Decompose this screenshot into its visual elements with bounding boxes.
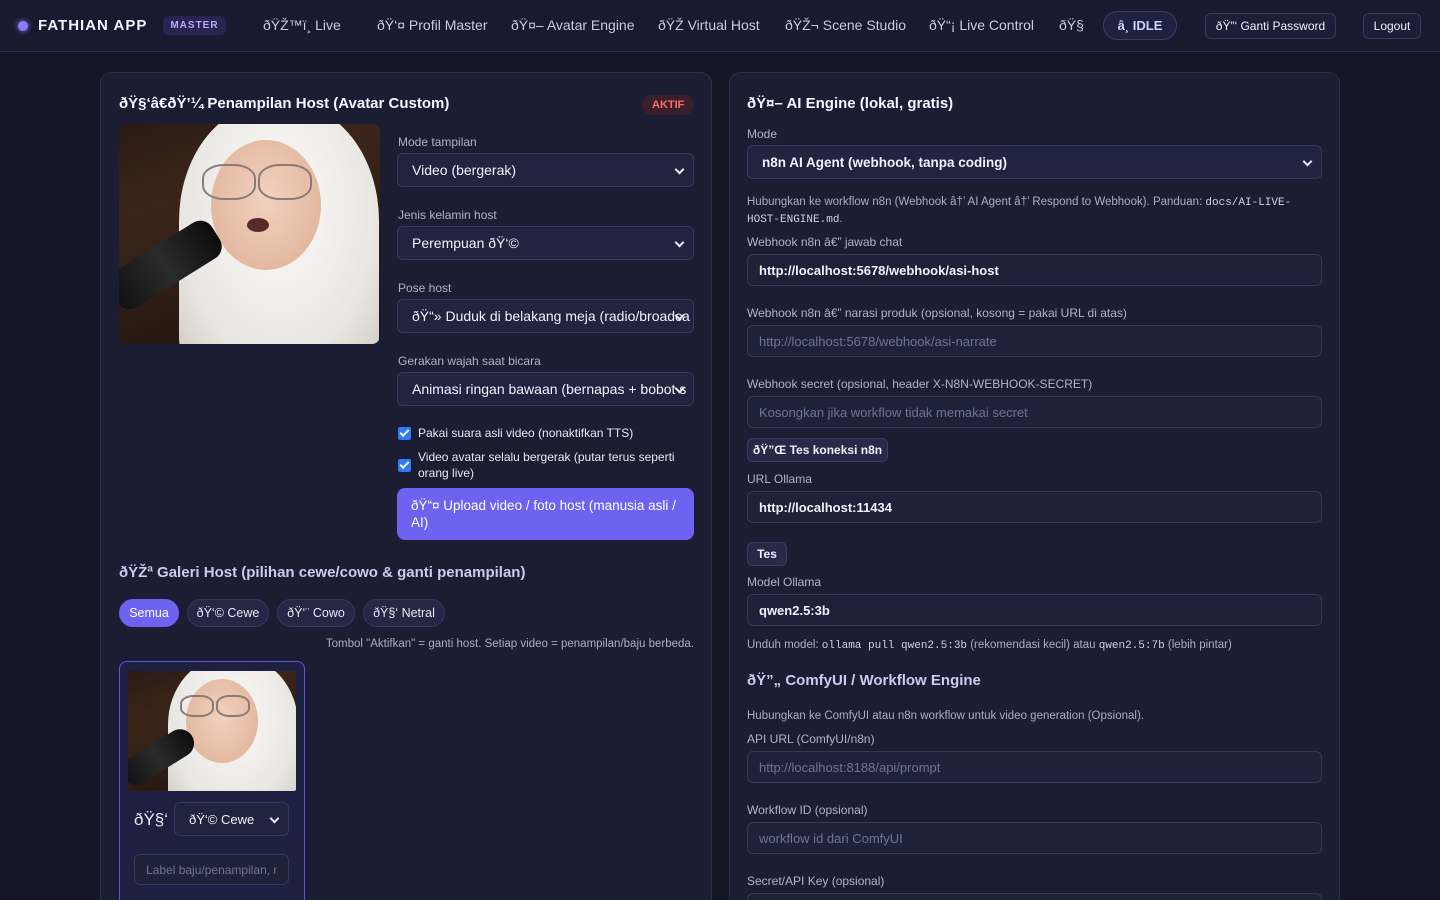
nav-item-live[interactable]: ðŸŽ™ï¸ Live [263, 17, 341, 33]
webhook-narrate-label: Webhook n8n â€” narasi produk (opsional,… [747, 306, 1127, 320]
ollama-url-label: URL Ollama [747, 472, 812, 486]
face-motion-select[interactable]: Animasi ringan bawaan (bernapas + bobot … [397, 372, 694, 406]
filter-male[interactable]: ðŸ‘¨ Cowo [277, 599, 355, 627]
active-badge: AKTIF [642, 95, 695, 115]
host-appearance-panel: ðŸ§‘â€ðŸ’¼ Penampilan Host (Avatar Custo… [100, 72, 712, 900]
model-hint-text: Unduh model: [747, 639, 822, 651]
api-key-label: Secret/API Key (opsional) [747, 874, 885, 888]
nav-item-live-control[interactable]: ðŸ“¡ Live Control [929, 17, 1034, 33]
api-url-input[interactable] [747, 751, 1322, 783]
top-navigation: FATHIAN APP MASTER ðŸŽ™ï¸ Live ðŸ‘¤ Prof… [0, 0, 1440, 52]
ai-engine-panel: ðŸ¤– AI Engine (lokal, gratis) Mode n8n … [729, 72, 1340, 900]
webhook-secret-label: Webhook secret (opsional, header X-N8N-W… [747, 377, 1093, 391]
model-hint-text: (rekomendasi kecil) atau [967, 639, 1099, 651]
nav-item-virtual-host[interactable]: ðŸŽ Virtual Host [658, 17, 760, 33]
ollama-model-label: Model Ollama [747, 575, 822, 589]
model-hint-text: (lebih pintar) [1164, 639, 1232, 651]
test-n8n-button[interactable]: ðŸ”Œ Tes koneksi n8n [747, 438, 888, 462]
filter-all[interactable]: Semua [119, 599, 179, 627]
workflow-id-label: Workflow ID (opsional) [747, 803, 868, 817]
webhook-secret-input[interactable] [747, 396, 1322, 428]
comfy-hint: Hubungkan ke ComfyUI atau n8n workflow u… [747, 710, 1144, 722]
model-hint-alt-model: qwen2.5:7b [1098, 640, 1165, 652]
chevron-down-icon [674, 237, 685, 248]
panel-title: ðŸ¤– AI Engine (lokal, gratis) [747, 95, 954, 112]
face-motion-label: Gerakan wajah saat bicara [398, 354, 541, 368]
role-badge: MASTER [163, 16, 226, 35]
logout-button[interactable]: Logout [1363, 13, 1421, 39]
outfit-label-input[interactable] [134, 854, 289, 885]
card-gender-value: ðŸ‘© Cewe [189, 811, 255, 827]
test-ollama-button[interactable]: Tes [747, 542, 787, 566]
gender-select[interactable]: Perempuan ðŸ‘© [397, 226, 694, 260]
pose-select-value: ðŸ“» Duduk di belakang meja (radio/broad… [412, 308, 690, 324]
nav-item-more[interactable]: ðŸ§ [1059, 17, 1084, 33]
ai-mode-value: n8n AI Agent (webhook, tanpa coding) [762, 154, 1007, 170]
webhook-chat-label: Webhook n8n â€” jawab chat [747, 235, 903, 249]
workflow-id-input[interactable] [747, 822, 1322, 854]
filter-female[interactable]: ðŸ‘© Cewe [187, 599, 269, 627]
api-key-input[interactable] [747, 893, 1322, 900]
loop-video-checkbox[interactable] [398, 459, 411, 472]
upload-host-button[interactable]: ðŸ“¤ Upload video / foto host (manusia a… [397, 488, 694, 540]
mode-label: Mode tampilan [398, 135, 477, 149]
nav-item-profil-master[interactable]: ðŸ‘¤ Profil Master [377, 17, 487, 33]
api-url-label: API URL (ComfyUI/n8n) [747, 732, 875, 746]
ollama-model-input[interactable] [747, 594, 1322, 626]
person-icon: ðŸ§‘ [134, 810, 169, 829]
brand: FATHIAN APP MASTER [18, 16, 226, 35]
change-password-button[interactable]: ðŸ”‘ Ganti Password [1205, 13, 1336, 39]
pose-select[interactable]: ðŸ“» Duduk di belakang meja (radio/broad… [397, 299, 694, 333]
gallery-card[interactable]: ðŸ§‘ ðŸ‘© Cewe [119, 661, 305, 900]
gender-select-value: Perempuan ðŸ‘© [412, 235, 519, 251]
pose-label: Pose host [398, 281, 452, 295]
avatar-preview [119, 124, 380, 344]
card-gender-select[interactable]: ðŸ‘© Cewe [174, 802, 289, 836]
n8n-hint-text: Hubungkan ke workflow n8n (Webhook â†’ A… [747, 196, 1206, 208]
gallery-hint: Tombol "Aktifkan" = ganti host. Setiap v… [325, 638, 694, 650]
mode-select[interactable]: Video (bergerak) [397, 153, 694, 187]
comfy-section-title: ðŸ”„ ComfyUI / Workflow Engine [747, 672, 981, 689]
loop-video-label: Video avatar selalu bergerak (putar teru… [418, 450, 675, 480]
panel-title: ðŸ§‘â€ðŸ’¼ Penampilan Host (Avatar Custo… [119, 95, 450, 112]
chevron-down-icon [674, 164, 685, 175]
app-title: FATHIAN APP [38, 17, 148, 34]
nav-item-scene-studio[interactable]: ðŸŽ¬ Scene Studio [785, 17, 906, 33]
chevron-down-icon [1302, 156, 1313, 167]
chevron-down-icon [269, 813, 280, 824]
mode-label: Mode [747, 127, 778, 141]
gallery-title: ðŸŽª Galeri Host (pilihan cewe/cowo & ga… [119, 564, 526, 581]
brand-dot-icon [18, 20, 28, 31]
face-motion-select-value: Animasi ringan bawaan (bernapas + bobot … [412, 381, 687, 397]
mode-select-value: Video (bergerak) [412, 162, 517, 178]
ai-mode-select[interactable]: n8n AI Agent (webhook, tanpa coding) [747, 145, 1322, 179]
ollama-url-input[interactable] [747, 491, 1322, 523]
original-audio-checkbox[interactable] [398, 427, 411, 440]
status-badge: â¸ IDLE [1103, 11, 1177, 40]
filter-neutral[interactable]: ðŸ§‘ Netral [363, 599, 445, 627]
original-audio-label: Pakai suara asli video (nonaktifkan TTS) [418, 426, 634, 440]
model-hint-command: ollama pull qwen2.5:3b [821, 640, 968, 652]
n8n-hint: Hubungkan ke workflow n8n (Webhook â†’ A… [747, 194, 1322, 228]
gallery-thumbnail [128, 671, 296, 791]
n8n-hint-end: . [839, 213, 843, 225]
gender-label: Jenis kelamin host [398, 208, 497, 222]
webhook-chat-input[interactable] [747, 254, 1322, 286]
nav-item-avatar-engine[interactable]: ðŸ¤– Avatar Engine [511, 17, 635, 33]
model-hint: Unduh model: ollama pull qwen2.5:3b (rek… [747, 637, 1232, 654]
webhook-narrate-input[interactable] [747, 325, 1322, 357]
